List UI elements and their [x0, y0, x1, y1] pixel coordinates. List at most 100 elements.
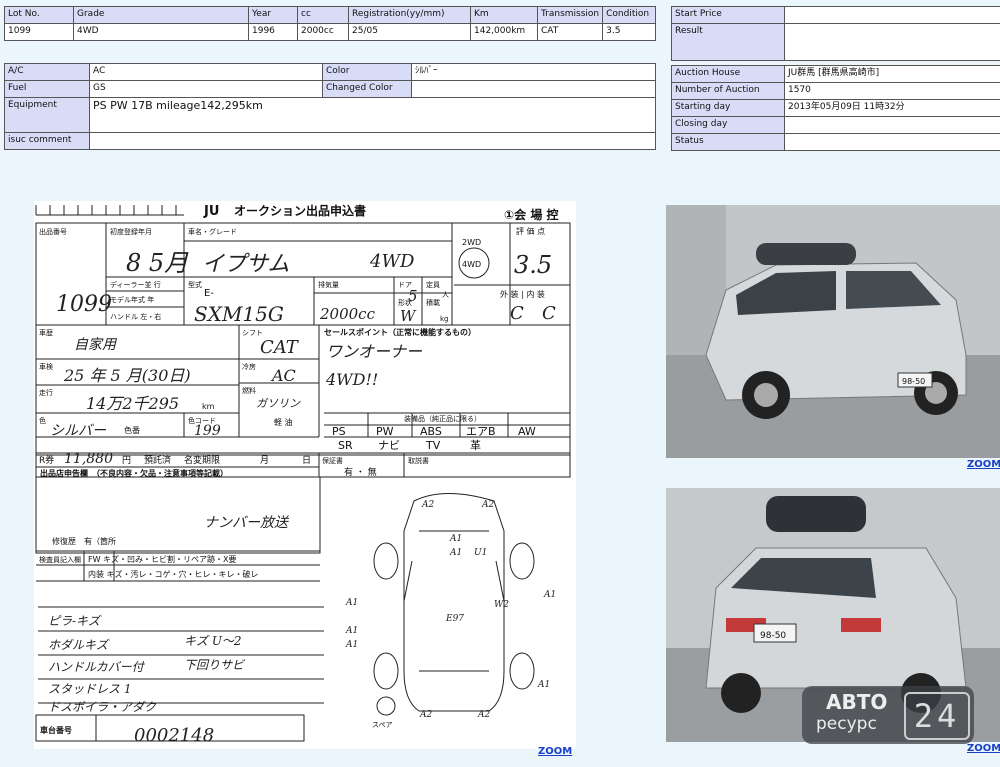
- header-lot-no: Lot No.: [4, 6, 74, 24]
- cc-value: 2000cc: [297, 23, 349, 41]
- equipment-value: PS PW 17B mileage142,295km: [89, 97, 656, 133]
- lot-value-row: 1099 4WD 1996 2000cc 25/05 142,000km CAT…: [4, 23, 656, 41]
- note-hand-1: ピラ-キズ: [48, 614, 102, 628]
- sales-point-1: ワンオーナー: [326, 342, 423, 361]
- equip-opt-tv: TV: [425, 439, 441, 452]
- interior-row: 内装 キズ・汚レ・コゲ・穴・ヒレ・キレ・破レ: [88, 569, 259, 579]
- auction-sheet-drawing: JU オークション出品申込書 ①会 場 控 出品番号 初度登録年月 車名・グレー…: [35, 203, 571, 746]
- diagram-mark-6: E97: [445, 614, 464, 624]
- fuel-hand: ガソリン: [256, 397, 301, 410]
- note-hand-5: ドスボイラ・アダク: [48, 700, 157, 714]
- header-registration: Registration(yy/mm): [348, 6, 471, 24]
- color-no-label: 色番: [124, 425, 140, 435]
- status-label: Status: [671, 133, 785, 151]
- cooling-hand: AC: [270, 366, 296, 385]
- note-hand-3: ハンドルカバー付: [48, 660, 146, 674]
- chassis-hand: 0002148: [134, 725, 214, 746]
- equip-opt-aw: AW: [518, 425, 536, 438]
- number-of-auction-label: Number of Auction: [671, 82, 785, 100]
- ext-hand: C: [510, 303, 524, 324]
- zoom-link-photo-1[interactable]: ZOOM: [967, 459, 1000, 470]
- diagram-mark-4: A1: [449, 548, 462, 558]
- lot-no-value: 1099: [4, 23, 74, 41]
- equip-opt-airbag: エアB: [466, 425, 496, 438]
- shape-hand: W: [400, 307, 417, 325]
- color-label: Color: [322, 63, 412, 81]
- model-type-label: モデル年式 年: [110, 295, 154, 304]
- closing-day-label: Closing day: [671, 116, 785, 134]
- fuel-label-sheet: 燃料: [242, 386, 256, 395]
- inspection-label: 車検: [39, 362, 53, 371]
- diagram-mark-3: A1: [449, 534, 462, 544]
- isuc-comment-value: [89, 132, 656, 150]
- lot-label: 出品番号: [39, 227, 67, 236]
- equip-opt-pw: PW: [376, 425, 394, 438]
- recycle-unit: 円: [122, 455, 131, 466]
- spare-label: スペア: [372, 721, 393, 729]
- shift-label: シフト: [242, 329, 263, 337]
- score-label: 評 価 点: [516, 226, 545, 236]
- note-hand-2: ホダルキズ: [48, 638, 110, 652]
- start-price-value: [784, 6, 1000, 24]
- diagram-mark-8: A1: [345, 626, 358, 636]
- diagram-mark-13: A1: [543, 590, 556, 600]
- condition-value: 3.5: [602, 23, 656, 41]
- color-value: ｼﾙﾊﾞｰ: [411, 63, 656, 81]
- status-value: [784, 133, 1000, 151]
- note-hand-4: スタッドレス 1: [48, 682, 131, 696]
- diagram-mark-14: W2: [494, 600, 509, 610]
- auction-house-label: Auction House: [671, 65, 785, 83]
- result-value: [784, 23, 1000, 61]
- diagram-mark-1: A2: [421, 500, 434, 510]
- changed-color-value: [411, 80, 656, 98]
- oil-label: 軽 油: [274, 417, 293, 427]
- shift-hand: CAT: [260, 337, 300, 358]
- capacity-label: 定員: [426, 280, 440, 289]
- history-label: 車歴: [39, 328, 53, 337]
- km-value: 142,000km: [470, 23, 538, 41]
- number-of-auction-value: 1570: [784, 82, 1000, 100]
- car-front-drawing: 98-50: [666, 205, 1000, 458]
- load-unit: kg: [440, 315, 449, 323]
- equip-opt-sr: SR: [338, 439, 353, 452]
- watermark-number: 24: [904, 692, 970, 740]
- recycle-label: R券: [39, 454, 54, 466]
- recycle-hand: 11,880: [64, 451, 113, 467]
- fuel-label: Fuel: [4, 80, 90, 98]
- inspector-label: 検査員記入欄: [39, 555, 81, 564]
- watermark-line1: АВТО: [826, 690, 888, 714]
- spec-table: A/C AC Color ｼﾙﾊﾞｰ Fuel GS Changed Color…: [4, 63, 656, 150]
- car-photo-front[interactable]: 98-50: [666, 205, 1000, 458]
- model-hand: イプサム: [202, 252, 290, 277]
- diagram-mark-11: A2: [419, 710, 432, 720]
- auction-sheet-image[interactable]: JU オークション出品申込書 ①会 場 控 出品番号 初度登録年月 車名・グレー…: [34, 201, 576, 749]
- header-condition: Condition: [602, 6, 656, 24]
- equip-opt-abs: ABS: [420, 425, 442, 438]
- mileage-label: 走行: [39, 388, 53, 397]
- transmission-value: CAT: [536, 23, 604, 41]
- diagram-mark-9: A1: [345, 640, 358, 650]
- sales-point-2: 4WD!!: [325, 370, 378, 389]
- first-reg-label: 初度登録年月: [110, 227, 152, 236]
- displacement-hand: 2000cc: [319, 305, 376, 323]
- zoom-link-photo-2[interactable]: ZOOM: [967, 743, 1000, 754]
- equip-opt-ps: PS: [332, 425, 346, 438]
- type-label: 型式: [188, 280, 202, 289]
- sheet-logo: JU: [203, 204, 219, 219]
- inspection-hand: 25 年 5 月(30日): [63, 366, 191, 385]
- model-label: 車名・グレード: [188, 227, 237, 236]
- diagram-mark-2: A2: [481, 500, 494, 510]
- rename-label: 名変期限: [184, 454, 220, 466]
- rear-plate-text: 98-50: [760, 631, 786, 641]
- auction-info-table: Start Price Result Auction House JU群馬 [群馬…: [671, 6, 1000, 151]
- day-label: 日: [302, 455, 311, 466]
- diagram-mark-10: A1: [537, 680, 550, 690]
- equipment-label: Equipment: [4, 97, 90, 133]
- int-hand: C: [542, 303, 556, 324]
- zoom-link-sheet[interactable]: ZOOM: [538, 746, 572, 757]
- mileage-hand: 14万2千295: [86, 394, 179, 413]
- drive-4wd: 4WD: [462, 260, 481, 269]
- dealer-label: ディーラー並 行: [110, 280, 161, 289]
- header-cc: cc: [297, 6, 349, 24]
- avtoresurs-watermark: АВТО ресурс 24: [802, 686, 974, 744]
